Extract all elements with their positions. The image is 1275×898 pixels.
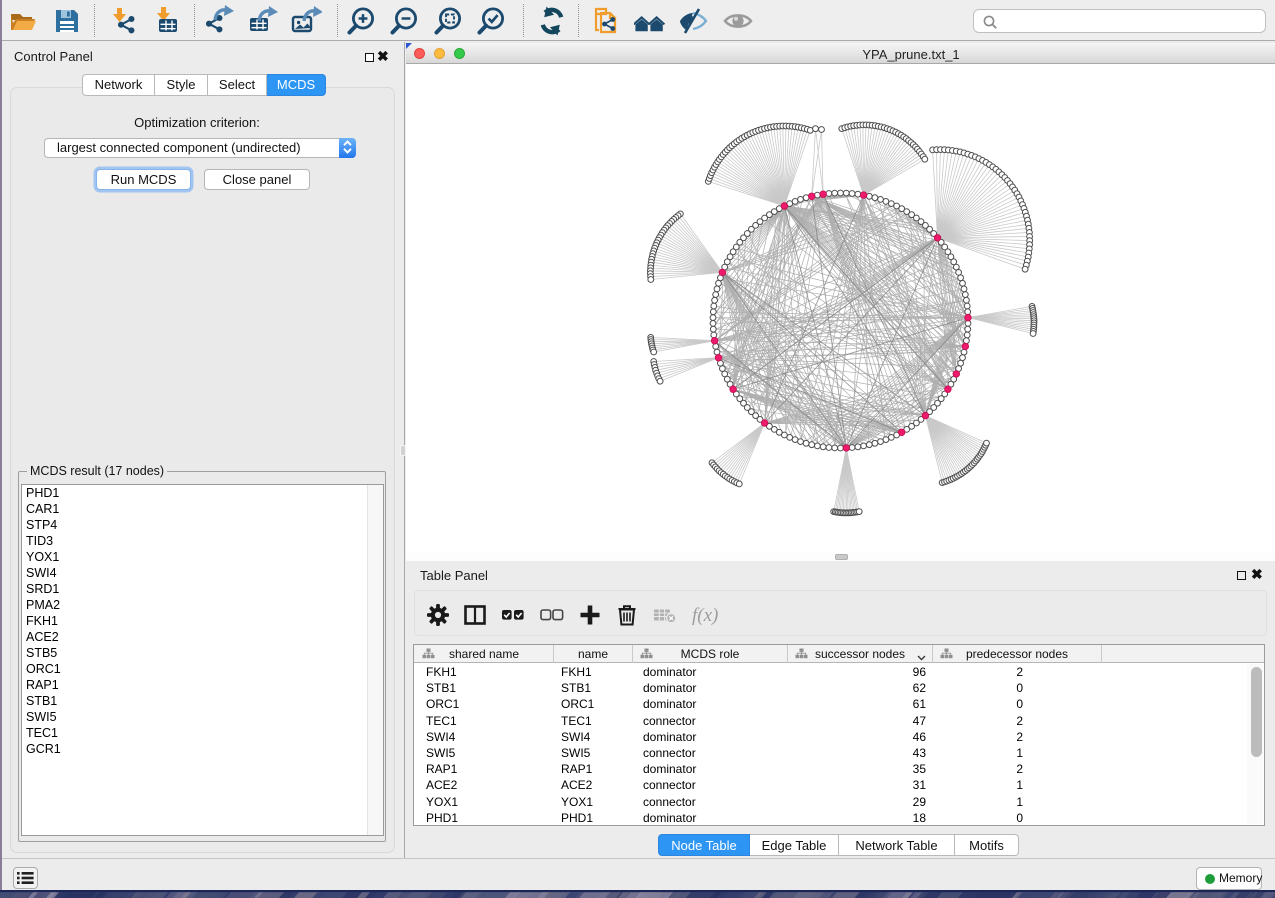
svg-text:f(x): f(x) xyxy=(692,605,718,626)
